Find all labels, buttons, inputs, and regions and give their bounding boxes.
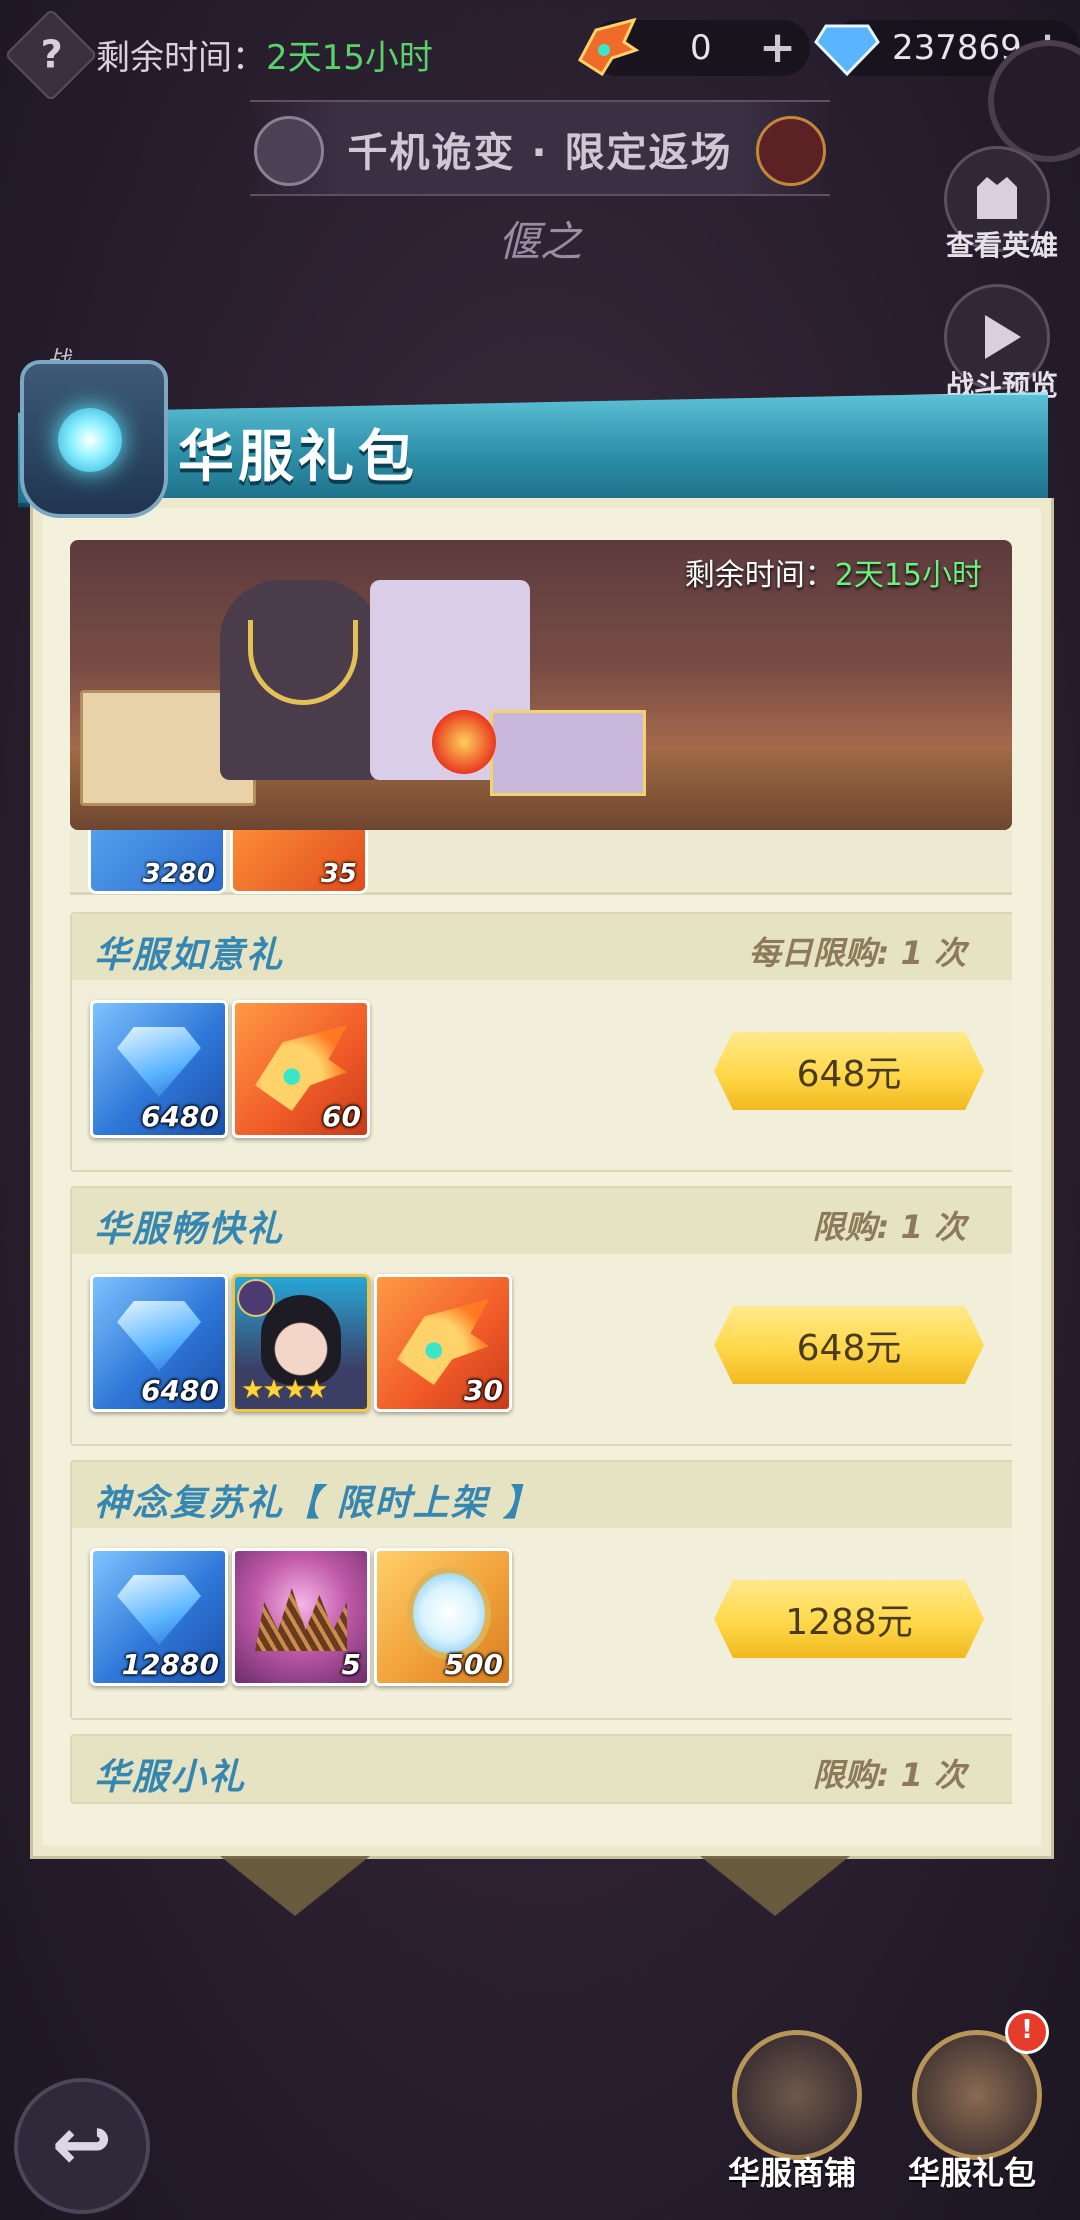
costume-shop-label: 华服商铺 bbox=[727, 2154, 856, 2192]
pack-contents: 6480 60 648元 bbox=[72, 980, 1012, 1170]
gift-box-image bbox=[490, 710, 646, 796]
pack-name: 神念复苏礼【 限时上架 】 bbox=[94, 1483, 542, 1524]
purchase-limit: 每日限购: 1 次 bbox=[748, 934, 966, 972]
hero-name: 偃之 bbox=[497, 217, 582, 266]
pack-header: 华服如意礼 每日限购: 1 次 bbox=[72, 914, 1012, 980]
back-arrow-icon: ↩ bbox=[51, 2102, 113, 2186]
panel-header bbox=[18, 392, 1048, 507]
gift-pack: 神念复苏礼【 限时上架 】 12880 5 500 1288元 bbox=[70, 1460, 1012, 1720]
dragon-emblem-icon bbox=[756, 116, 826, 186]
panel-decoration bbox=[700, 1856, 850, 1916]
diamond-icon bbox=[814, 24, 880, 77]
buy-button[interactable]: 1288元 bbox=[714, 1580, 984, 1658]
event-title: 千机诡变 · 限定返场 bbox=[347, 130, 733, 176]
pack-header: 神念复苏礼【 限时上架 】 bbox=[72, 1462, 1012, 1528]
item-count: 500 bbox=[444, 1648, 503, 1681]
view-hero-label: 查看英雄 bbox=[945, 229, 1058, 262]
purchase-limit: 限购: 1 次 bbox=[812, 1208, 966, 1246]
costume-gift-label: 华服礼包 bbox=[907, 2154, 1036, 2192]
thorn-crown-icon[interactable]: 5 bbox=[232, 1548, 370, 1686]
notification-badge: ! bbox=[1005, 2010, 1049, 2054]
flower-image bbox=[432, 710, 496, 774]
diamond-icon: 3280 bbox=[88, 830, 226, 894]
top-bar: ? 剩余时间：2天15小时 0 + 237869 + bbox=[0, 0, 1080, 162]
banner-remaining-value: 2天15小时 bbox=[834, 558, 982, 593]
diamond-icon[interactable]: 6480 bbox=[90, 1000, 228, 1138]
wing-token-icon[interactable]: 60 bbox=[232, 1000, 370, 1138]
item-count: 6480 bbox=[141, 1100, 219, 1133]
wing-token-icon bbox=[578, 17, 640, 77]
gift-banner-image: 剩余时间：2天15小时 bbox=[70, 540, 1012, 830]
banner-remaining-time: 剩余时间：2天15小时 bbox=[685, 550, 982, 594]
gift-pack: 华服畅快礼 限购: 1 次 6480 ★★★★ 30 648元 bbox=[70, 1186, 1012, 1446]
gift-pack-list[interactable]: 3280 35 华服如意礼 每日限购: 1 次 6480 60 648元 华服畅… bbox=[70, 830, 1012, 1810]
remaining-time: 剩余时间：2天15小时 bbox=[96, 30, 433, 79]
back-button[interactable]: ↩ bbox=[14, 2078, 150, 2214]
wing-token-currency: 0 + bbox=[578, 17, 810, 77]
item-count: 30 bbox=[464, 1374, 503, 1407]
hero-portrait[interactable]: ★★★★ bbox=[232, 1274, 370, 1412]
remaining-time-value: 2天15小时 bbox=[266, 38, 433, 78]
help-icon: ? bbox=[40, 32, 63, 77]
star-rating: ★★★★ bbox=[241, 1375, 328, 1405]
panel-title: 华服礼包 bbox=[178, 425, 418, 490]
list-item: 3280 35 bbox=[70, 830, 1012, 895]
pack-header: 华服畅快礼 限购: 1 次 bbox=[72, 1188, 1012, 1254]
pack-name: 华服如意礼 bbox=[94, 935, 285, 976]
remaining-time-label: 剩余时间： bbox=[96, 38, 266, 78]
gift-pack: 华服小礼 限购: 1 次 bbox=[70, 1734, 1012, 1804]
wing-token-icon[interactable]: 30 bbox=[374, 1274, 512, 1412]
help-button[interactable]: ? bbox=[4, 8, 98, 102]
glow-orb-icon bbox=[58, 408, 122, 472]
hero-class-icon bbox=[237, 1279, 275, 1317]
wing-token-icon: 35 bbox=[230, 830, 368, 894]
event-banner: 千机诡变 · 限定返场 bbox=[250, 100, 830, 196]
panel-emblem-icon bbox=[20, 360, 168, 518]
item-count: 6480 bbox=[141, 1374, 219, 1407]
diamond-icon[interactable]: 12880 bbox=[90, 1548, 228, 1686]
buy-button[interactable]: 648元 bbox=[714, 1306, 984, 1384]
pack-name: 华服小礼 bbox=[94, 1757, 247, 1798]
purchase-limit: 限购: 1 次 bbox=[812, 1756, 966, 1794]
item-count: 3280 bbox=[142, 859, 215, 889]
item-count: 60 bbox=[322, 1100, 361, 1133]
item-count: 35 bbox=[320, 859, 357, 889]
pack-name: 华服畅快礼 bbox=[94, 1209, 285, 1250]
gift-pack: 华服如意礼 每日限购: 1 次 6480 60 648元 bbox=[70, 912, 1012, 1172]
mirror-icon[interactable]: 500 bbox=[374, 1548, 512, 1686]
add-wing-token-button[interactable]: + bbox=[759, 22, 796, 73]
diamond-icon[interactable]: 6480 bbox=[90, 1274, 228, 1412]
banner-remaining-label: 剩余时间： bbox=[684, 558, 835, 593]
item-count: 12880 bbox=[121, 1648, 219, 1681]
pack-contents: 12880 5 500 1288元 bbox=[72, 1528, 1012, 1718]
item-count: 5 bbox=[341, 1648, 361, 1681]
shop-icon bbox=[732, 2030, 862, 2160]
pack-header: 华服小礼 限购: 1 次 bbox=[72, 1736, 1012, 1802]
panel-decoration bbox=[220, 1856, 370, 1916]
wing-token-count: 0 bbox=[690, 28, 712, 68]
pack-contents: 6480 ★★★★ 30 648元 bbox=[72, 1254, 1012, 1444]
buy-button[interactable]: 648元 bbox=[714, 1032, 984, 1110]
